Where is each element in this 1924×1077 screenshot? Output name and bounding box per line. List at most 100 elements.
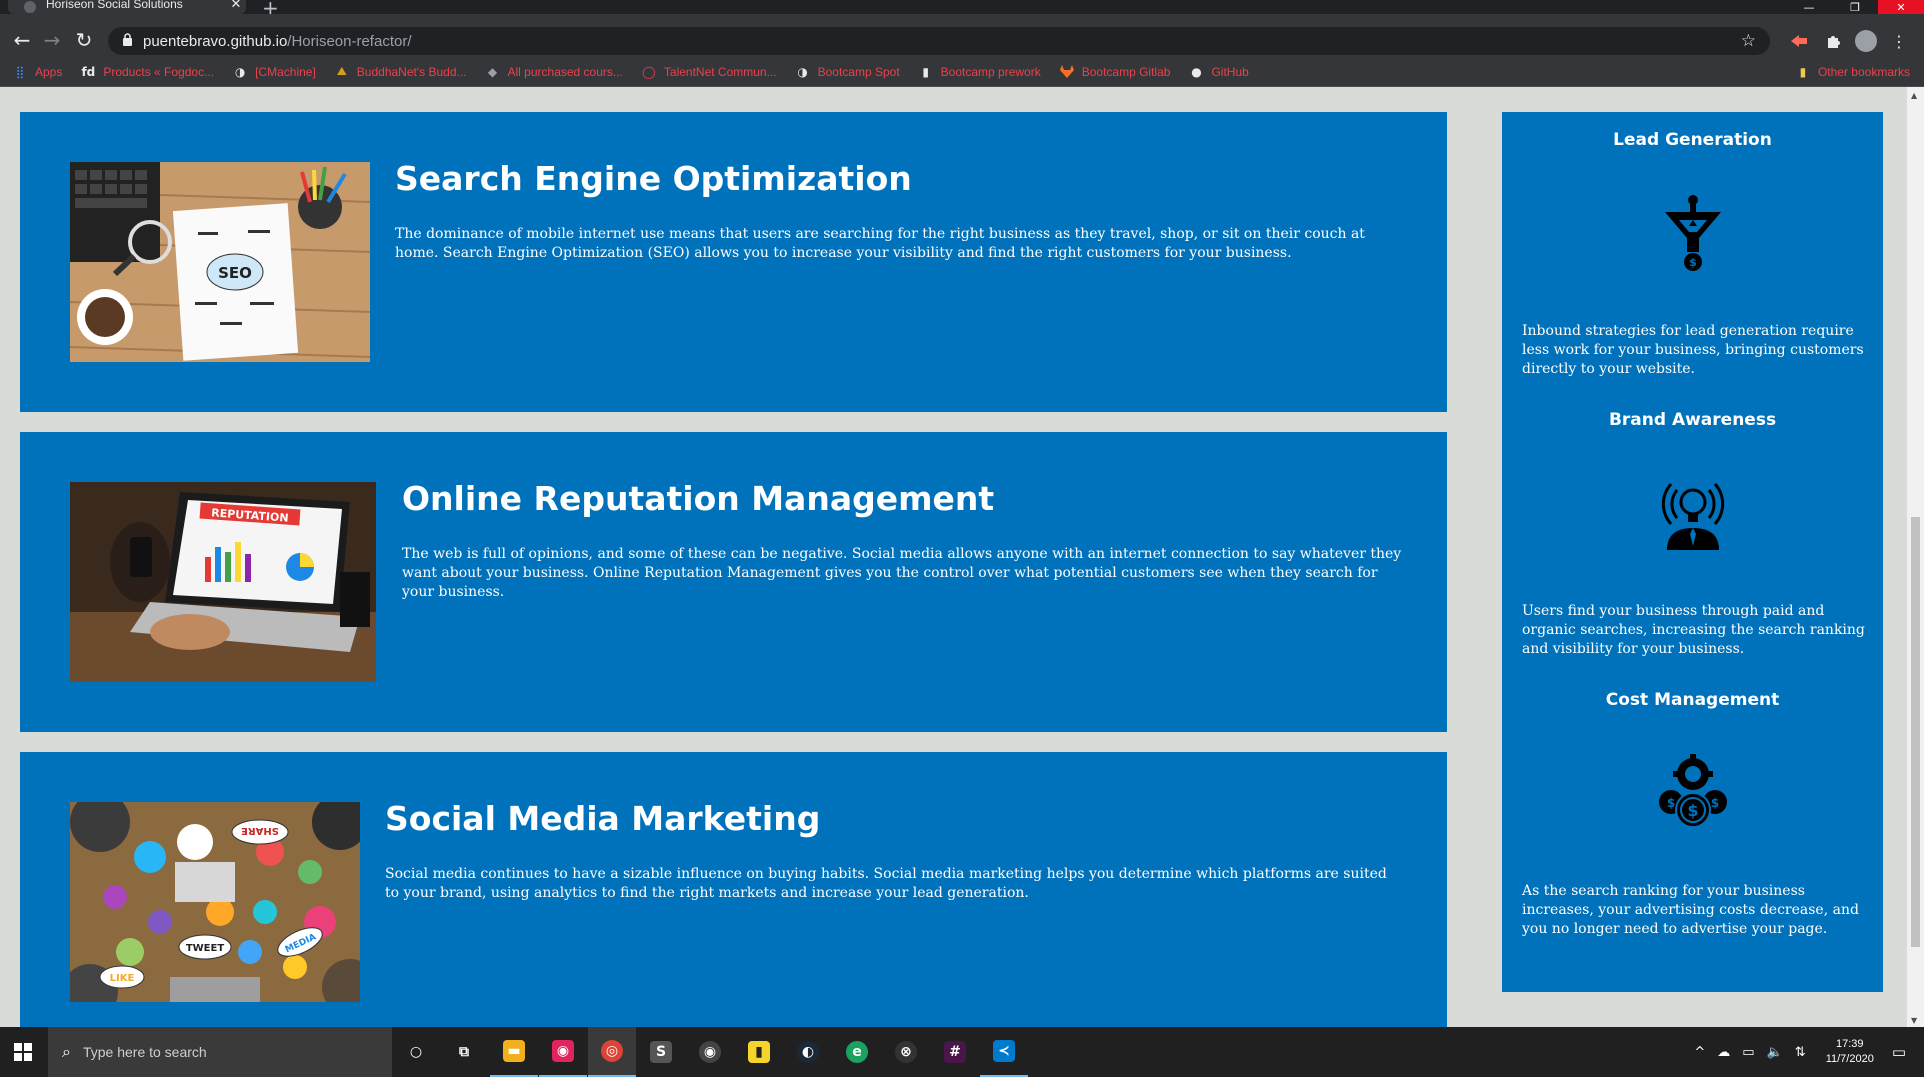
profile-avatar-icon[interactable]	[1855, 30, 1877, 52]
bookmark-label: TalentNet Commun...	[663, 64, 777, 79]
tab-strip: Horiseon Social Solutions ✕ + — ❐ ✕	[0, 0, 1924, 20]
dropbox-icon[interactable]: ⇅	[1795, 1045, 1806, 1060]
benefit-title: Lead Generation	[1613, 130, 1772, 150]
seo-image: SEO	[70, 162, 370, 362]
taskbar-file-explorer[interactable]: ▬	[490, 1027, 538, 1077]
bookmark-label: BuddhaNet's Budd...	[356, 64, 467, 79]
search-placeholder: Type here to search	[82, 1044, 207, 1060]
benefit-title: Brand Awareness	[1608, 410, 1777, 430]
page-scrollbar[interactable]: ▲ ▼	[1907, 87, 1924, 1027]
discord-icon: ◉	[552, 1040, 574, 1062]
other-bookmarks[interactable]: ▮ Other bookmarks	[1795, 64, 1910, 80]
bookmark-label: Apps	[35, 64, 63, 79]
taskbar-chrome[interactable]: ◎	[588, 1027, 636, 1077]
bookmark-github[interactable]: ● GitHub	[1188, 64, 1249, 80]
taskbar-sticky-notes[interactable]: ▮	[735, 1027, 783, 1077]
chrome-icon: ◎	[601, 1040, 623, 1062]
forward-icon[interactable]: →	[40, 28, 64, 52]
github-icon: ●	[1191, 64, 1202, 79]
bookmark-apps[interactable]: ⣿ Apps	[12, 64, 63, 80]
taskbar-slack[interactable]: #	[931, 1027, 979, 1077]
network-icon[interactable]: ▭	[1742, 1045, 1754, 1060]
bookmark-star-icon[interactable]: ☆	[1741, 31, 1756, 51]
bookmark-bootcamp-spot[interactable]: ◑ Bootcamp Spot	[795, 64, 900, 80]
taskbar-vscode[interactable]: ≺	[980, 1027, 1028, 1077]
onedrive-icon[interactable]: ☁	[1717, 1045, 1730, 1060]
bookmark-cmachine[interactable]: ◑ [CMachine]	[232, 64, 316, 80]
bookmark-label: Bootcamp Spot	[817, 64, 900, 79]
maximize-button[interactable]: ❐	[1832, 0, 1878, 14]
gear-coins-icon: $ $ $	[1659, 754, 1727, 828]
lock-icon	[122, 33, 133, 49]
bookmark-bootcamp-prework[interactable]: ▮ Bootcamp prework	[918, 64, 1040, 80]
clock-time: 17:39	[1835, 1038, 1864, 1050]
s-app-icon: S	[650, 1041, 672, 1063]
svg-text:$: $	[1687, 801, 1698, 820]
taskbar-cortana[interactable]: ○	[392, 1027, 440, 1077]
scroll-thumb[interactable]	[1911, 517, 1920, 947]
minimize-button[interactable]: —	[1786, 0, 1832, 14]
taskbar-xbox[interactable]: ⊗	[882, 1027, 930, 1077]
benefits-sidebar: Lead Generation $ Inbound strategies for…	[1502, 112, 1883, 992]
task-view-icon: ⧉	[459, 1044, 469, 1060]
taskbar-task-view[interactable]: ⧉	[440, 1027, 488, 1077]
bookmark-courses[interactable]: ◆ All purchased cours...	[485, 64, 623, 80]
scroll-up-icon[interactable]: ▲	[1911, 91, 1917, 100]
benefit-title: Cost Management	[1605, 690, 1780, 710]
service-title: Social Media Marketing	[385, 799, 821, 838]
window-controls: — ❐ ✕	[1786, 0, 1924, 14]
buddhanet-icon: ⛰	[336, 64, 347, 78]
talentnet-icon: ◯	[642, 64, 656, 79]
taskbar-app-s[interactable]: S	[637, 1027, 685, 1077]
other-bookmarks-label: Other bookmarks	[1817, 65, 1910, 79]
bookmark-buddhanet[interactable]: ⛰ BuddhaNet's Budd...	[334, 64, 467, 80]
taskbar-discord[interactable]: ◉	[539, 1027, 587, 1077]
service-reputation: REPUTATION Online Reputation Management …	[20, 432, 1447, 732]
bookmark-label: [CMachine]	[255, 64, 316, 79]
reputation-image: REPUTATION	[70, 482, 376, 682]
clock[interactable]: 17:39 11/7/2020	[1826, 1037, 1874, 1067]
service-seo: SEO Search Engine Optimization The domin…	[20, 112, 1447, 412]
back-icon[interactable]: ←	[10, 28, 34, 52]
windows-logo-icon	[14, 1043, 32, 1061]
puzzle-extensions-icon[interactable]	[1822, 30, 1844, 52]
service-title: Online Reputation Management	[402, 479, 995, 518]
music-player-icon: ◉	[699, 1041, 721, 1063]
close-window-button[interactable]: ✕	[1878, 0, 1924, 14]
taskbar-search[interactable]: ⌕ Type here to search	[48, 1027, 392, 1077]
reload-icon[interactable]: ↻	[72, 28, 96, 52]
service-description: The dominance of mobile internet use mea…	[395, 226, 1365, 261]
taskbar-music[interactable]: ◉	[686, 1027, 734, 1077]
scroll-down-icon[interactable]: ▼	[1911, 1016, 1917, 1025]
browser-menu-icon[interactable]: ⋮	[1888, 30, 1910, 52]
lightbulb-broadcast-icon	[1661, 483, 1725, 550]
bootcamp-prework-icon: ▮	[922, 64, 929, 79]
vscode-icon: ≺	[993, 1040, 1015, 1062]
svg-text:$: $	[1689, 256, 1697, 269]
benefit-description: Inbound strategies for lead generation r…	[1522, 323, 1864, 377]
bookmark-gitlab[interactable]: Bootcamp Gitlab	[1059, 64, 1170, 80]
folder-icon: ▮	[1799, 65, 1807, 79]
tab-favicon-icon	[24, 1, 36, 13]
bookmark-fogdoc[interactable]: fd Products « Fogdoc...	[80, 64, 214, 80]
notifications-icon[interactable]: ▭	[1892, 1043, 1906, 1061]
browser-tab[interactable]: Horiseon Social Solutions ✕	[8, 0, 246, 14]
tray-chevron-icon[interactable]: ^	[1694, 1045, 1705, 1060]
windows-taskbar: ⌕ Type here to search ○ ⧉ ▬ ◉ ◎ S ◉ ▮ ◐ …	[0, 1027, 1924, 1077]
social-media-image: SHARE TWEET LIKE MEDIA	[70, 802, 360, 1002]
address-bar[interactable]: puentebravo.github.io/Horiseon-refactor/…	[108, 27, 1770, 55]
clock-date: 11/7/2020	[1825, 1053, 1874, 1065]
url-host: puentebravo.github.io	[143, 32, 288, 50]
taskbar-steam[interactable]: ◐	[784, 1027, 832, 1077]
taskbar-edge[interactable]: e	[833, 1027, 881, 1077]
bookmark-talentnet[interactable]: ◯ TalentNet Commun...	[641, 64, 777, 80]
courses-icon: ◆	[487, 64, 498, 79]
extension-icon[interactable]	[1788, 30, 1810, 52]
bookmarks-bar: ⣿ Apps fd Products « Fogdoc... ◑ [CMachine]…	[0, 57, 1924, 87]
service-social-media: SHARE TWEET LIKE MEDIA Social Media Mark…	[20, 752, 1447, 1027]
start-button[interactable]	[0, 1027, 46, 1077]
volume-icon[interactable]: 🔈	[1767, 1045, 1783, 1060]
like-bubble-text: LIKE	[110, 973, 135, 984]
tab-close-icon[interactable]: ✕	[226, 0, 246, 12]
edge-icon: e	[846, 1041, 868, 1063]
